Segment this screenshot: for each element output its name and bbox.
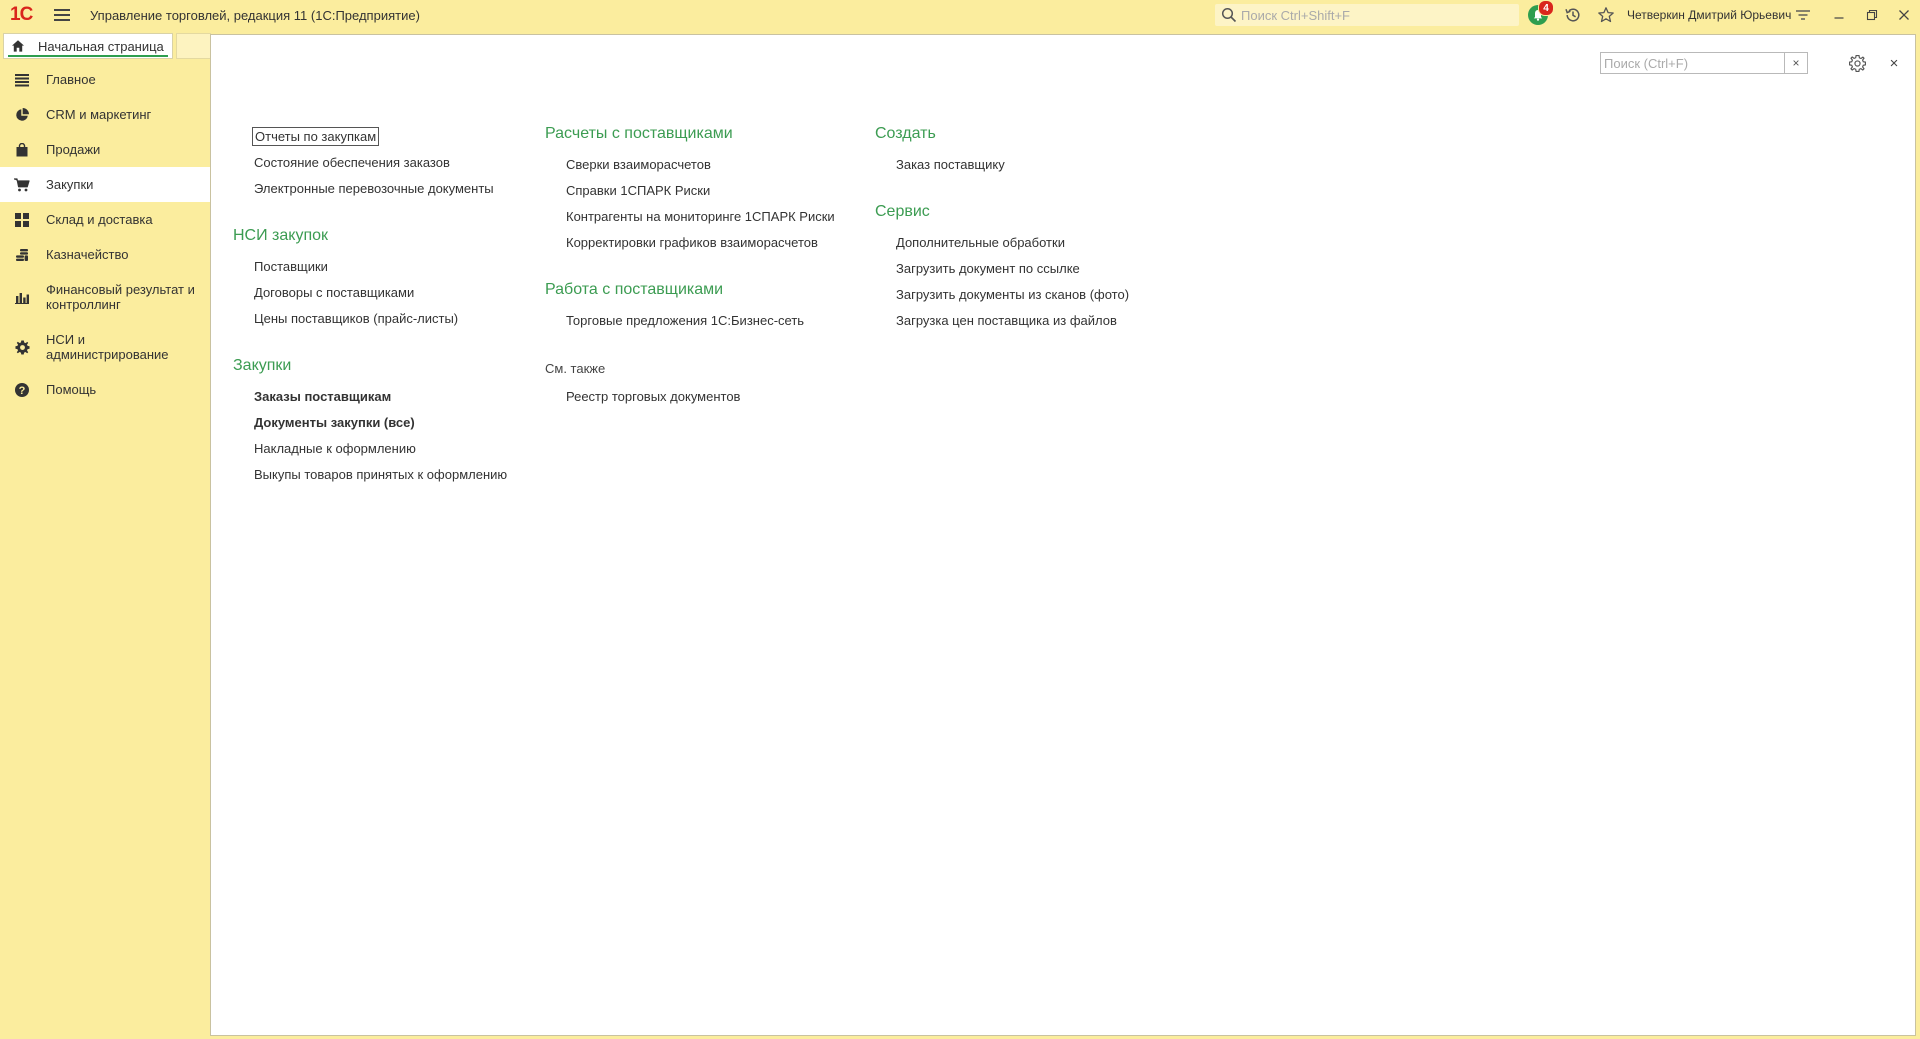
section-title-service: Сервис xyxy=(875,203,930,220)
sidebar-item-label: Продажи xyxy=(46,142,101,157)
link-trade-documents-registry[interactable]: Реестр торговых документов xyxy=(566,389,740,404)
section-title-supplier-work: Работа с поставщиками xyxy=(545,281,724,298)
panel-search-input[interactable] xyxy=(1604,55,1780,71)
active-tab-underline xyxy=(8,55,168,57)
sidebar-item-help[interactable]: ? Помощь xyxy=(0,372,210,407)
link-goods-buyouts[interactable]: Выкупы товаров принятых к оформлению xyxy=(254,467,507,482)
empty-tab-slot[interactable] xyxy=(176,33,211,59)
gear-icon xyxy=(14,339,30,355)
link-schedule-adjustments[interactable]: Корректировки графиков взаиморасчетов xyxy=(566,235,818,250)
link-business-network-offers[interactable]: Торговые предложения 1С:Бизнес-сеть xyxy=(566,313,804,328)
link-reconciliations[interactable]: Сверки взаиморасчетов xyxy=(566,157,711,172)
panel-search-box[interactable]: × xyxy=(1600,52,1808,74)
link-supplier-orders[interactable]: Заказы поставщикам xyxy=(254,389,391,404)
cart-icon xyxy=(14,177,30,193)
section-title-create: Создать xyxy=(875,125,936,142)
restore-window-icon[interactable] xyxy=(1861,4,1883,26)
home-icon xyxy=(10,38,26,54)
user-name[interactable]: Четверкин Дмитрий Юрьевич xyxy=(1627,8,1791,22)
list-icon xyxy=(14,72,30,88)
section-sidebar: Главное CRM и маркетинг Продажи Закупки … xyxy=(0,62,210,1039)
global-search-input[interactable] xyxy=(1241,6,1511,24)
svg-text:?: ? xyxy=(19,384,26,396)
tab-home-label: Начальная страница xyxy=(38,38,164,54)
link-invoices-to-process[interactable]: Накладные к оформлению xyxy=(254,441,416,456)
notifications-badge: 4 xyxy=(1538,0,1554,16)
link-suppliers[interactable]: Поставщики xyxy=(254,259,328,274)
link-order-fulfillment-status[interactable]: Состояние обеспечения заказов xyxy=(254,155,450,170)
minimize-window-icon[interactable] xyxy=(1828,4,1850,26)
sidebar-item-main[interactable]: Главное xyxy=(0,62,210,97)
sidebar-item-crm[interactable]: CRM и маркетинг xyxy=(0,97,210,132)
app-logo[interactable]: 1С xyxy=(10,3,33,27)
sidebar-item-label: Финансовый результат и контроллинг xyxy=(46,282,195,312)
section-title-see-also: См. также xyxy=(545,361,606,376)
sidebar-item-label: Главное xyxy=(46,72,96,87)
link-load-supplier-prices-files[interactable]: Загрузка цен поставщика из файлов xyxy=(896,313,1117,328)
section-title-nsi: НСИ закупок xyxy=(233,227,329,244)
link-supplier-prices[interactable]: Цены поставщиков (прайс-листы) xyxy=(254,311,458,326)
sidebar-item-label: Закупки xyxy=(46,177,94,192)
sidebar-item-label: Склад и доставка xyxy=(46,212,153,227)
shopping-bag-icon xyxy=(14,142,30,158)
link-load-documents-from-scans[interactable]: Загрузить документы из сканов (фото) xyxy=(896,287,1129,302)
link-spark-monitoring[interactable]: Контрагенты на мониторинге 1СПАРК Риски xyxy=(566,209,835,224)
search-icon xyxy=(1221,7,1237,23)
section-title-settlements: Расчеты с поставщиками xyxy=(545,125,733,142)
link-supplier-contracts[interactable]: Договоры с поставщиками xyxy=(254,285,414,300)
tab-home-page[interactable]: Начальная страница xyxy=(3,33,173,59)
bar-chart-icon xyxy=(14,289,30,305)
sidebar-item-label: Помощь xyxy=(46,382,97,397)
panel-close-icon[interactable]: × xyxy=(1883,52,1905,74)
history-icon[interactable] xyxy=(1562,4,1584,26)
favorites-star-icon[interactable] xyxy=(1595,4,1617,26)
sidebar-item-label: Казначейство xyxy=(46,247,129,262)
logo-text: 1С xyxy=(10,4,33,25)
main-menu-icon[interactable] xyxy=(52,6,72,24)
link-purchase-documents-all[interactable]: Документы закупки (все) xyxy=(254,415,415,430)
close-window-icon[interactable] xyxy=(1893,4,1915,26)
section-content-panel: × × Отчеты по закупкам Состояние обеспеч… xyxy=(210,34,1916,1036)
clear-search-icon[interactable]: × xyxy=(1784,53,1807,73)
link-electronic-transport-docs[interactable]: Электронные перевозочные документы xyxy=(254,181,494,196)
link-purchase-reports[interactable]: Отчеты по закупкам xyxy=(251,127,380,146)
link-create-supplier-order[interactable]: Заказ поставщику xyxy=(896,157,1005,172)
sidebar-item-treasury[interactable]: Казначейство xyxy=(0,237,210,272)
pie-chart-icon xyxy=(14,107,30,123)
sidebar-item-warehouse[interactable]: Склад и доставка xyxy=(0,202,210,237)
more-actions-icon[interactable] xyxy=(1792,4,1814,26)
help-icon: ? xyxy=(14,382,30,398)
sidebar-item-finance[interactable]: Финансовый результат и контроллинг xyxy=(0,272,210,322)
link-load-document-by-link[interactable]: Загрузить документ по ссылке xyxy=(896,261,1080,276)
sidebar-item-sales[interactable]: Продажи xyxy=(0,132,210,167)
sidebar-item-label: CRM и маркетинг xyxy=(46,107,152,122)
grid-icon xyxy=(14,212,30,228)
app-title: Управление торговлей, редакция 11 (1С:Пр… xyxy=(90,8,420,23)
global-search-box[interactable] xyxy=(1215,4,1519,26)
sidebar-item-admin[interactable]: НСИ и администрирование xyxy=(0,322,210,372)
panel-settings-gear-icon[interactable] xyxy=(1846,52,1868,74)
link-spark-risk-reports[interactable]: Справки 1СПАРК Риски xyxy=(566,183,710,198)
section-title-purchases: Закупки xyxy=(233,357,292,374)
link-additional-processing[interactable]: Дополнительные обработки xyxy=(896,235,1065,250)
sidebar-item-purchases[interactable]: Закупки xyxy=(0,167,210,202)
notifications-button[interactable]: 4 xyxy=(1527,0,1554,26)
sidebar-item-label: НСИ и администрирование xyxy=(46,332,169,362)
title-bar: 1С Управление торговлей, редакция 11 (1С… xyxy=(0,0,1920,30)
coins-icon xyxy=(14,247,30,263)
